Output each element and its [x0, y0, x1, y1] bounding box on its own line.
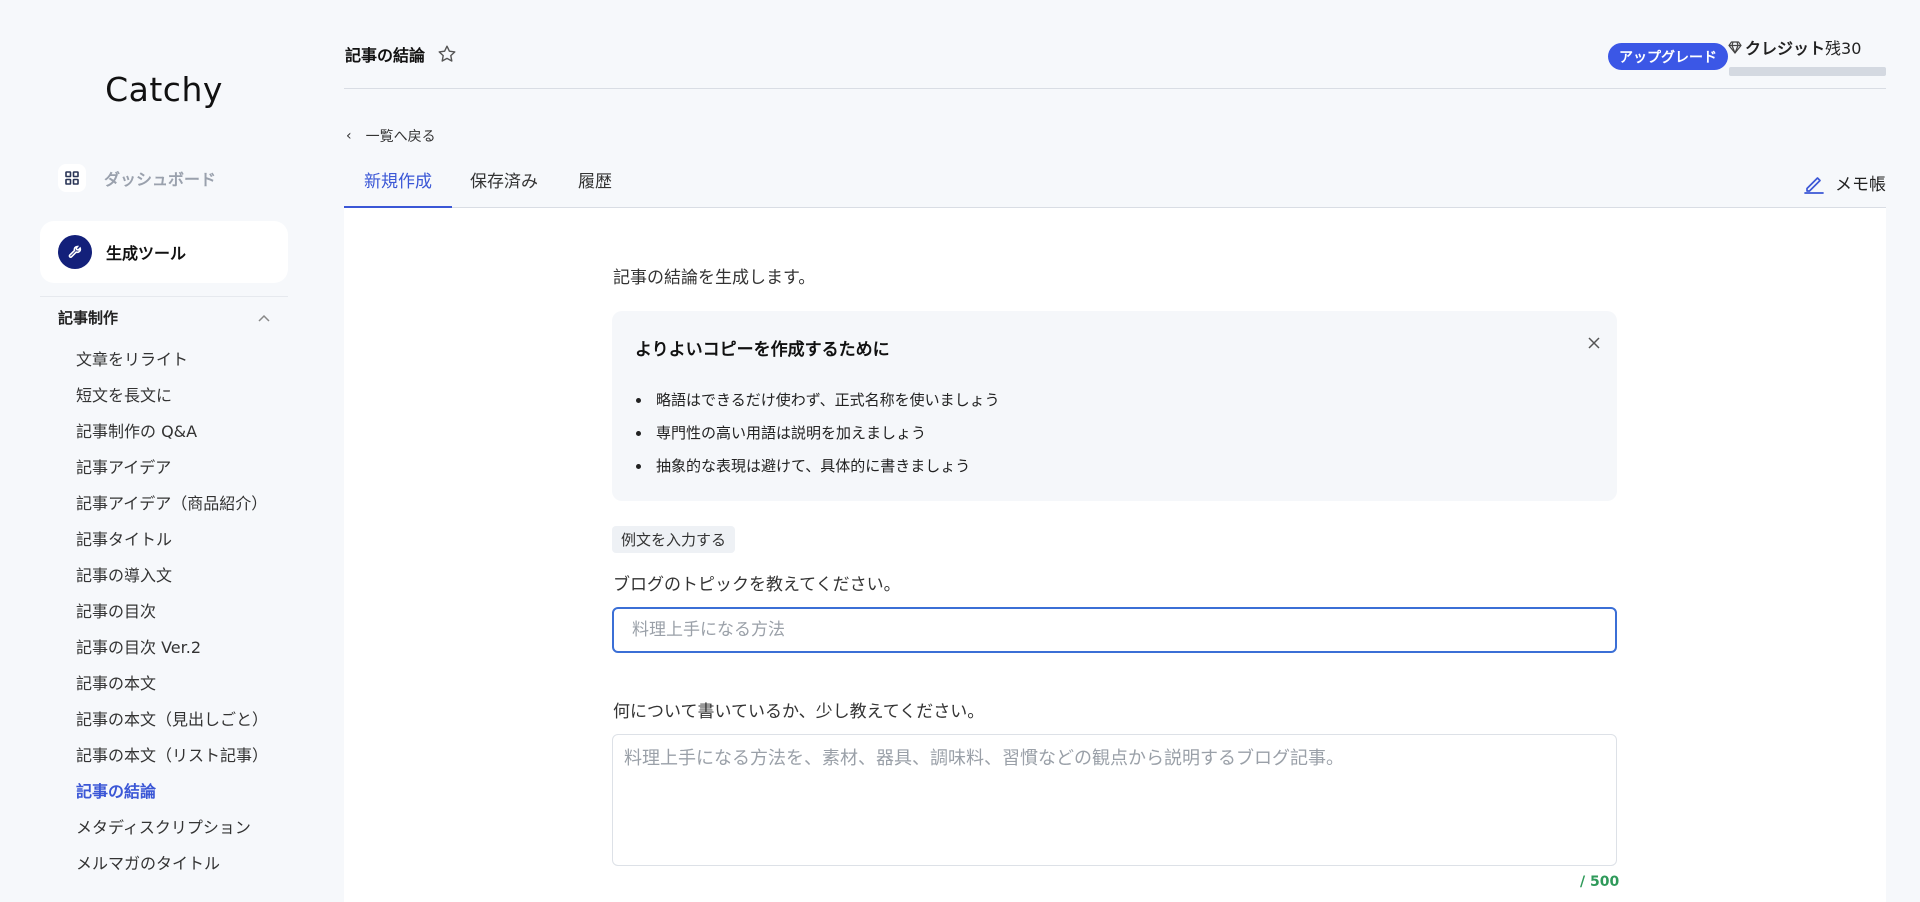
tips-box: よりよいコピーを作成するために 略語はできるだけ使わず、正式名称を使いましょう … [612, 311, 1617, 501]
tab-bar: 新規作成 保存済み 履歴 メモ帳 [344, 166, 1886, 208]
insert-example-button[interactable]: 例文を入力する [612, 526, 736, 553]
tab-new[interactable]: 新規作成 [344, 166, 452, 208]
upgrade-button[interactable]: アップグレード [1608, 43, 1728, 70]
page-title-text: 記事の結論 [345, 46, 426, 65]
sidebar-item[interactable]: 記事の本文（リスト記事） [76, 743, 268, 779]
tips-list: 略語はできるだけ使わず、正式名称を使いましょう 専門性の高い用語は説明を加えまし… [652, 389, 1000, 488]
wrench-icon [58, 235, 92, 269]
diamond-icon [1728, 40, 1742, 54]
nav-dashboard[interactable]: ダッシュボード [58, 162, 216, 194]
about-label: 何について書いているか、少し教えてください。 [613, 702, 985, 722]
sidebar-item[interactable]: メタディスクリプション [76, 815, 268, 851]
tip-item: 専門性の高い用語は説明を加えましょう [652, 422, 1000, 455]
sidebar-item[interactable]: 記事制作の Q&A [76, 419, 268, 455]
section-title: 記事制作 [58, 308, 119, 327]
close-icon[interactable] [1587, 333, 1601, 353]
tab-history[interactable]: 履歴 [578, 166, 612, 208]
back-to-list-link[interactable]: ‹ 一覧へ戻る [346, 126, 436, 146]
sidebar-item[interactable]: 記事の本文 [76, 671, 268, 707]
chevron-up-icon [258, 308, 270, 326]
sidebar-item[interactable]: 短文を長文に [76, 383, 268, 419]
section-toggle-article-production[interactable]: 記事制作 [58, 304, 270, 330]
back-to-list-label: 一覧へ戻る [365, 129, 436, 145]
about-textarea[interactable] [612, 734, 1617, 866]
chevron-left-icon: ‹ [346, 128, 352, 144]
app-logo[interactable]: Catchy [0, 70, 328, 109]
pencil-icon [1803, 172, 1825, 194]
sidebar-item[interactable]: 記事の目次 Ver.2 [76, 635, 268, 671]
sidebar-item[interactable]: 記事の目次 [76, 599, 268, 635]
char-count: / 500 [1580, 874, 1620, 890]
credits-bar [1729, 67, 1886, 76]
topic-input[interactable] [612, 607, 1617, 653]
tab-saved[interactable]: 保存済み [470, 166, 538, 208]
page-title: 記事の結論 [345, 42, 457, 66]
sidebar-item[interactable]: 記事アイデア [76, 455, 268, 491]
memo-label: メモ帳 [1835, 175, 1886, 195]
credits-remaining: 残30 [1825, 39, 1862, 58]
tip-item: 抽象的な表現は避けて、具体的に書きましょう [652, 455, 1000, 488]
sidebar-item-active[interactable]: 記事の結論 [76, 779, 268, 815]
sidebar: Catchy ダッシュボード 生成ツール 記事制作 文章をリライト 短文を長文に [0, 0, 344, 902]
sidebar-item[interactable]: 記事タイトル [76, 527, 268, 563]
sidebar-divider [40, 296, 288, 297]
main-panel: 記事の結論を生成します。 よりよいコピーを作成するために 略語はできるだけ使わず… [344, 208, 1886, 902]
credits-display: クレジット 残30 [1728, 35, 1861, 59]
sidebar-item[interactable]: 記事の本文（見出しごと） [76, 707, 268, 743]
tip-item: 略語はできるだけ使わず、正式名称を使いましょう [652, 389, 1000, 422]
grid-icon [58, 164, 86, 192]
star-icon[interactable] [437, 44, 457, 64]
sidebar-item[interactable]: メルマガのタイトル [76, 851, 268, 887]
nav-generation-tools[interactable]: 生成ツール [40, 221, 288, 283]
top-header: 記事の結論 アップグレード クレジット 残30 [344, 0, 1886, 89]
sidebar-item[interactable]: 文章をリライト [76, 347, 268, 383]
sidebar-item[interactable]: 記事アイデア（商品紹介） [76, 491, 268, 527]
nav-generation-tools-label: 生成ツール [106, 244, 187, 263]
credits-label: クレジット [1745, 39, 1826, 58]
sidebar-tool-list: 文章をリライト 短文を長文に 記事制作の Q&A 記事アイデア 記事アイデア（商… [76, 347, 268, 887]
nav-dashboard-label: ダッシュボード [104, 170, 217, 189]
tips-title: よりよいコピーを作成するために [635, 340, 890, 360]
intro-text: 記事の結論を生成します。 [613, 268, 816, 288]
memo-button[interactable]: メモ帳 [1803, 170, 1886, 195]
sidebar-item[interactable]: 記事の導入文 [76, 563, 268, 599]
credits-bar-fill [1729, 67, 1886, 76]
topic-label: ブログのトピックを教えてください。 [613, 575, 901, 595]
